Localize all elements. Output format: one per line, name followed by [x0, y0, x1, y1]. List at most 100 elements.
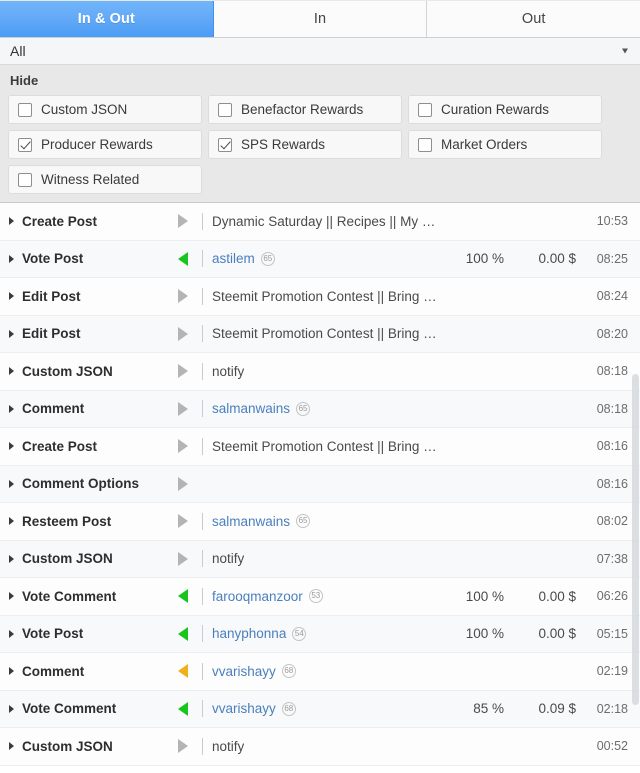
direction-cell [172, 739, 194, 754]
tab-in[interactable]: In [213, 1, 428, 37]
post-title: Dynamic Saturday || Recipes || My Favori… [212, 213, 442, 229]
expand-chevron-right-icon[interactable] [9, 742, 14, 751]
hide-option-market-orders[interactable]: Market Orders [408, 130, 602, 159]
hide-option-producer-rewards[interactable]: Producer Rewards [8, 130, 202, 159]
username-link[interactable]: hanyphonna [212, 626, 286, 641]
checkbox-unchecked-icon[interactable] [418, 137, 432, 152]
outgoing-triangle-icon [178, 739, 188, 754]
operation-name: Vote Post [22, 626, 84, 642]
amount-value: 0.00 $ [538, 588, 576, 604]
reputation-badge: 68 [281, 701, 296, 716]
incoming-triangle-icon [178, 701, 188, 716]
detail-cell: Steemit Promotion Contest || Bring your … [212, 439, 442, 454]
vote-percent: 100 % [465, 626, 504, 642]
transaction-list[interactable]: Create Post Dynamic Saturday || Recipes |… [0, 203, 640, 773]
tab-label: In [313, 11, 327, 27]
direction-cell [172, 251, 194, 266]
table-row[interactable]: Edit Post Steemit Promotion Contest || Br… [0, 278, 640, 316]
detail-cell: astilem 65 [212, 251, 442, 266]
hide-filter-panel: Hide Custom JSON Benefactor Rewards Curati… [0, 65, 640, 203]
operation-name: Vote Comment [22, 588, 117, 604]
chevron-down-icon [622, 48, 628, 54]
cell-divider [202, 662, 203, 680]
expand-chevron-right-icon[interactable] [9, 517, 14, 526]
direction-cell [172, 401, 194, 416]
table-row[interactable]: Edit Post Steemit Promotion Contest || Br… [0, 315, 640, 353]
username-link[interactable]: vvarishayy [212, 701, 276, 716]
outgoing-triangle-icon [178, 551, 188, 566]
list-scrollbar[interactable] [632, 203, 639, 773]
timestamp: 08:24 [596, 289, 628, 304]
hide-option-label: Custom JSON [41, 102, 128, 117]
detail-cell: Steemit Promotion Contest || Bring your … [212, 289, 442, 304]
expand-chevron-right-icon[interactable] [9, 217, 14, 226]
direction-cell [172, 551, 194, 566]
table-row[interactable]: Comment vvarishayy 68 02:19 [0, 653, 640, 691]
expand-chevron-right-icon[interactable] [9, 667, 14, 676]
post-title: Steemit Promotion Contest || Bring your … [212, 438, 442, 454]
table-row[interactable]: Custom JSON notify 07:38 [0, 540, 640, 578]
checkbox-unchecked-icon[interactable] [418, 102, 432, 117]
expand-chevron-right-icon[interactable] [9, 704, 14, 713]
username-link[interactable]: salmanwains [212, 514, 290, 529]
cell-divider [202, 212, 203, 230]
table-row[interactable]: Vote Comment farooqmanzoor 53 100 % 0.00 $ 06… [0, 578, 640, 616]
expand-chevron-right-icon[interactable] [9, 442, 14, 451]
checkbox-checked-icon[interactable] [218, 137, 232, 152]
incoming-triangle-icon [178, 589, 188, 604]
timestamp: 08:25 [596, 251, 628, 266]
hide-option-benefactor-rewards[interactable]: Benefactor Rewards [208, 95, 402, 124]
expand-chevron-right-icon[interactable] [9, 479, 14, 488]
checkbox-unchecked-icon[interactable] [18, 172, 32, 187]
outgoing-triangle-icon [178, 514, 188, 529]
list-scrollbar-thumb[interactable] [632, 374, 639, 705]
operation-type-select[interactable]: All [0, 38, 640, 65]
cell-divider [202, 550, 203, 568]
operation-name: Custom JSON [22, 551, 113, 567]
expand-chevron-right-icon[interactable] [9, 367, 14, 376]
post-title: notify [212, 363, 245, 379]
detail-cell: vvarishayy 68 [212, 701, 442, 716]
username-link[interactable]: farooqmanzoor [212, 589, 303, 604]
expand-chevron-right-icon[interactable] [9, 292, 14, 301]
hide-option-curation-rewards[interactable]: Curation Rewards [408, 95, 602, 124]
reputation-badge: 65 [260, 251, 275, 266]
checkbox-checked-icon[interactable] [18, 137, 32, 152]
tab-out[interactable]: Out [427, 1, 640, 37]
cell-divider [202, 325, 203, 343]
hide-option-witness-related[interactable]: Witness Related [8, 165, 202, 194]
table-row[interactable]: Vote Comment vvarishayy 68 85 % 0.09 $ 02:18 [0, 690, 640, 728]
table-row[interactable]: Vote Post hanyphonna 54 100 % 0.00 $ 05:15 [0, 615, 640, 653]
table-row[interactable]: Custom JSON notify 00:52 [0, 728, 640, 766]
post-title: Steemit Promotion Contest || Bring your … [212, 288, 442, 304]
table-row[interactable]: Comment salmanwains 65 08:18 [0, 390, 640, 428]
timestamp: 08:16 [596, 476, 628, 491]
username-link[interactable]: astilem [212, 251, 255, 266]
checkbox-unchecked-icon[interactable] [18, 102, 32, 117]
table-row[interactable]: Resteem Post salmanwains 65 08:02 [0, 503, 640, 541]
cell-divider [202, 700, 203, 718]
tab-in-out[interactable]: In & Out [0, 1, 214, 37]
expand-chevron-right-icon[interactable] [9, 329, 14, 338]
direction-cell [172, 476, 194, 491]
table-row[interactable]: Vote Post astilem 65 100 % 0.00 $ 08:25 [0, 240, 640, 278]
operation-type-select-value: All [10, 43, 26, 59]
username-link[interactable]: salmanwains [212, 401, 290, 416]
table-row[interactable]: Create Post Steemit Promotion Contest || … [0, 428, 640, 466]
cell-divider [202, 587, 203, 605]
table-row[interactable]: Custom JSON notify 08:18 [0, 353, 640, 391]
table-row[interactable]: Create Post Dynamic Saturday || Recipes |… [0, 203, 640, 241]
expand-chevron-right-icon[interactable] [9, 254, 14, 263]
detail-cell: Steemit Promotion Contest || Bring your … [212, 326, 442, 341]
expand-chevron-right-icon[interactable] [9, 592, 14, 601]
checkbox-unchecked-icon[interactable] [218, 102, 232, 117]
hide-section-label: Hide [10, 73, 39, 88]
hide-option-custom-json[interactable]: Custom JSON [8, 95, 202, 124]
hide-option-sps-rewards[interactable]: SPS Rewards [208, 130, 402, 159]
expand-chevron-right-icon[interactable] [9, 404, 14, 413]
tab-label: Out [521, 11, 546, 27]
username-link[interactable]: vvarishayy [212, 664, 276, 679]
expand-chevron-right-icon[interactable] [9, 554, 14, 563]
expand-chevron-right-icon[interactable] [9, 629, 14, 638]
table-row[interactable]: Comment Options 08:16 [0, 465, 640, 503]
